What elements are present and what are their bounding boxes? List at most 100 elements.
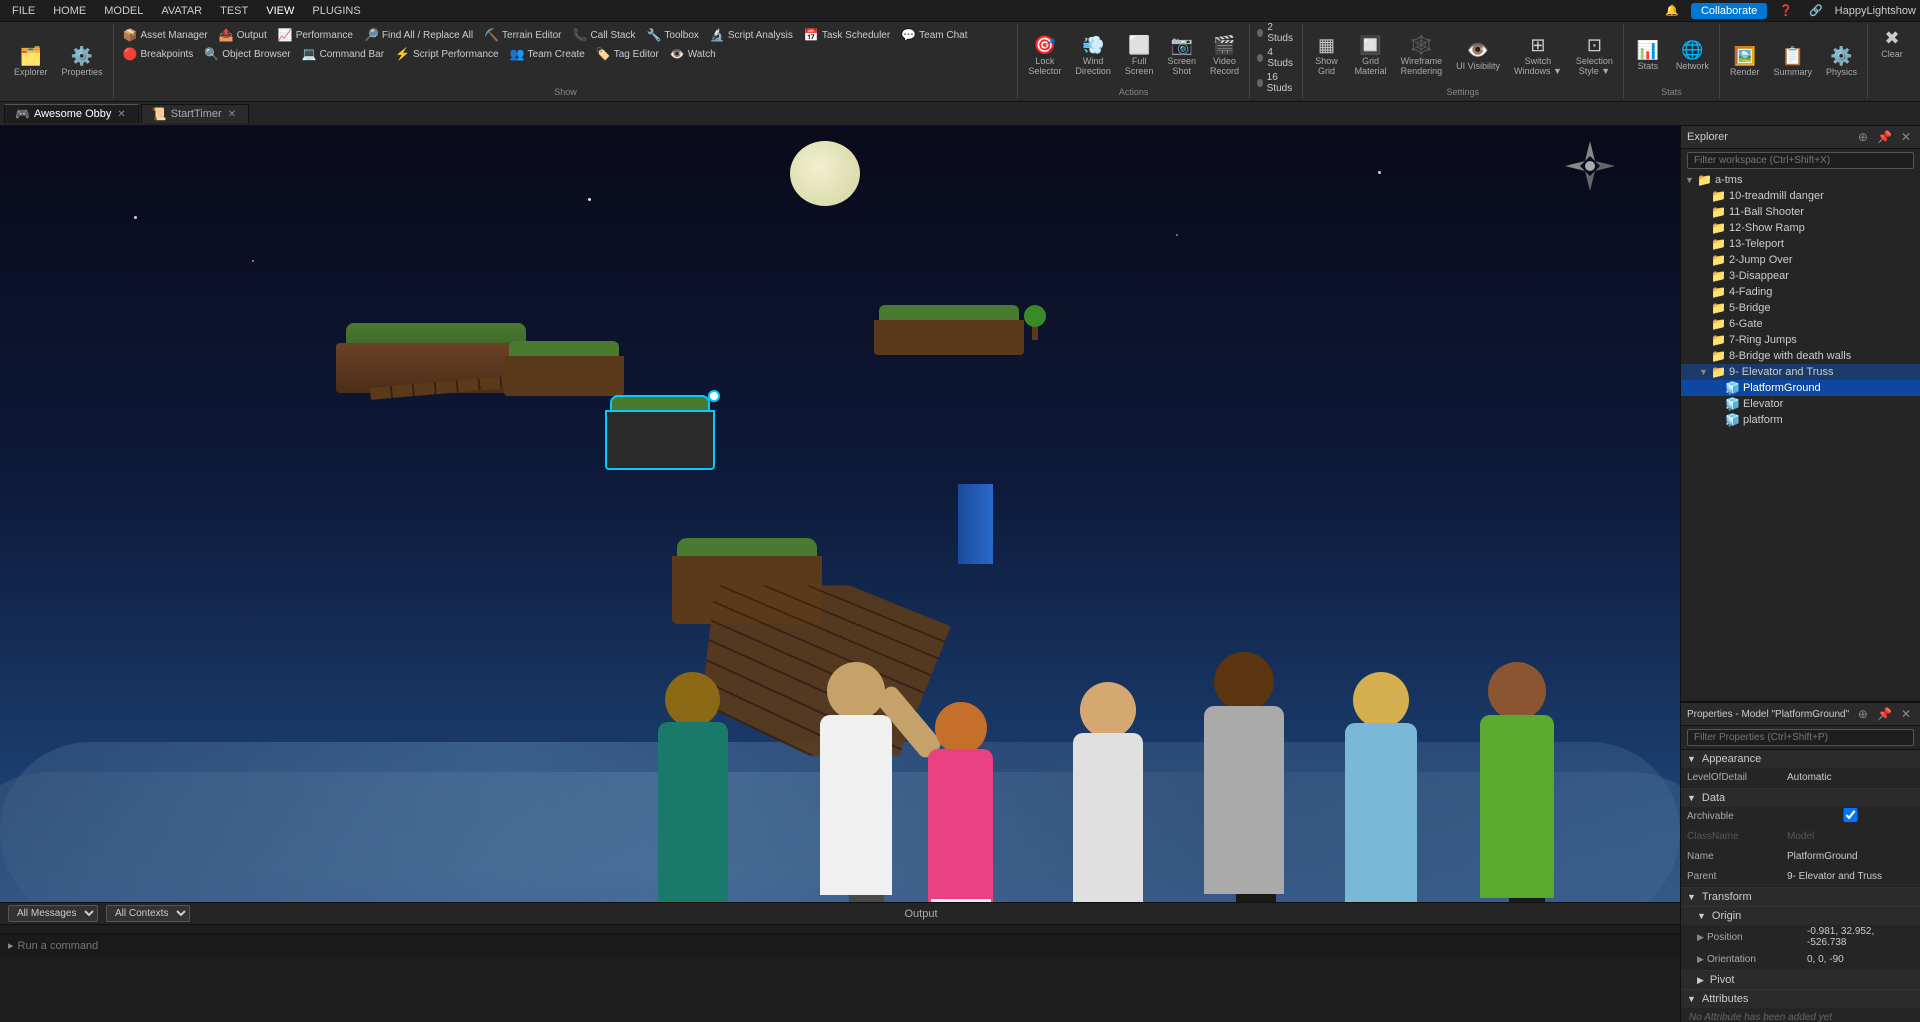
object-browser-button[interactable]: 🔍Object Browser bbox=[199, 45, 295, 63]
toolbox-button[interactable]: 🔧Toolbox bbox=[641, 26, 703, 44]
network-button[interactable]: 🌐 Network bbox=[1670, 38, 1715, 74]
switch-windows-button[interactable]: ⊞ SwitchWindows ▼ bbox=[1508, 33, 1568, 79]
menu-item-plugins[interactable]: PLUGINS bbox=[304, 3, 368, 19]
team-chat-button[interactable]: 💬Team Chat bbox=[896, 26, 972, 44]
find-replace-button[interactable]: 🔎Find All / Replace All bbox=[359, 26, 478, 44]
question-icon[interactable]: ❓ bbox=[1775, 2, 1797, 19]
tree-item-9[interactable]: 📁6-Gate bbox=[1681, 316, 1920, 332]
clear-button[interactable]: ✖ Clear bbox=[1872, 26, 1912, 62]
command-prompt-icon: ▸ bbox=[8, 939, 14, 952]
properties-pin-button[interactable]: 📌 bbox=[1874, 706, 1895, 722]
command-input[interactable] bbox=[18, 940, 1672, 952]
selection-style-button[interactable]: ⊡ SelectionStyle ▼ bbox=[1570, 33, 1619, 79]
lock-selector-button[interactable]: 🎯 LockSelector bbox=[1022, 33, 1067, 79]
collaborate-button[interactable]: Collaborate bbox=[1691, 3, 1767, 19]
tree-item-10[interactable]: 📁7-Ring Jumps bbox=[1681, 332, 1920, 348]
tree-item-5[interactable]: 📁2-Jump Over bbox=[1681, 252, 1920, 268]
menu-item-file[interactable]: FILE bbox=[4, 3, 43, 19]
menu-item-home[interactable]: HOME bbox=[45, 3, 94, 19]
studs-16-option[interactable]: 16 Studs bbox=[1254, 71, 1298, 95]
script-analysis-button[interactable]: 🔬Script Analysis bbox=[705, 26, 798, 44]
studs-2-option[interactable]: 2 Studs bbox=[1254, 21, 1298, 45]
call-stack-button[interactable]: 📞Call Stack bbox=[568, 26, 641, 44]
ui-visibility-button[interactable]: 👁️ UI Visibility bbox=[1450, 38, 1506, 74]
explorer-pin-button[interactable]: 📌 bbox=[1874, 129, 1895, 145]
appearance-section-header[interactable]: ▼ Appearance bbox=[1681, 750, 1920, 768]
stats-button[interactable]: 📊 Stats bbox=[1628, 38, 1668, 74]
tree-item-14[interactable]: 🧊Elevator bbox=[1681, 396, 1920, 412]
command-bar: ▸ bbox=[0, 933, 1680, 957]
attributes-section: ▼ Attributes No Attribute has been added… bbox=[1681, 990, 1920, 1022]
grid-material-button[interactable]: 🔲 GridMaterial bbox=[1349, 33, 1393, 79]
tab-close-start-timer[interactable]: ✕ bbox=[226, 109, 238, 120]
pivot-section-header[interactable]: ▶ Pivot bbox=[1681, 971, 1920, 989]
tab-awesome-obby[interactable]: 🎮 Awesome Obby ✕ bbox=[4, 104, 139, 123]
parent-row: Parent 9- Elevator and Truss bbox=[1681, 867, 1920, 887]
performance-button[interactable]: 📈Performance bbox=[273, 26, 358, 44]
tree-item-15[interactable]: 🧊platform bbox=[1681, 412, 1920, 428]
attributes-label: Attributes bbox=[1702, 993, 1748, 1005]
tree-item-1[interactable]: 📁10-treadmill danger bbox=[1681, 188, 1920, 204]
data-label: Data bbox=[1702, 792, 1725, 804]
watch-button[interactable]: 👁️Watch bbox=[665, 45, 721, 63]
tree-item-12[interactable]: ▼📁9- Elevator and Truss bbox=[1681, 364, 1920, 380]
tree-item-8[interactable]: 📁5-Bridge bbox=[1681, 300, 1920, 316]
physics-button[interactable]: ⚙️ Physics bbox=[1820, 44, 1863, 80]
viewport[interactable]: All Messages Errors Warnings Info All Co… bbox=[0, 126, 1680, 1022]
origin-section-header[interactable]: ▼ Origin bbox=[1681, 907, 1920, 925]
render-button[interactable]: 🖼️ Render bbox=[1724, 44, 1766, 80]
tree-item-0[interactable]: ▼📁a-tms bbox=[1681, 172, 1920, 188]
tag-editor-button[interactable]: 🏷️Tag Editor bbox=[591, 45, 664, 63]
tree-item-7[interactable]: 📁4-Fading bbox=[1681, 284, 1920, 300]
properties-button[interactable]: ⚙️ Properties bbox=[56, 44, 109, 80]
show-grid-button[interactable]: ▦ ShowGrid bbox=[1307, 33, 1347, 79]
tree-item-11[interactable]: 📁8-Bridge with death walls bbox=[1681, 348, 1920, 364]
tab-start-timer[interactable]: 📜 StartTimer ✕ bbox=[141, 104, 249, 123]
script-performance-button[interactable]: ⚡Script Performance bbox=[390, 45, 504, 63]
tree-item-13[interactable]: 🧊PlatformGround bbox=[1681, 380, 1920, 396]
properties-filter-input[interactable] bbox=[1687, 729, 1914, 746]
summary-button[interactable]: 📋 Summary bbox=[1767, 44, 1818, 80]
attributes-section-header[interactable]: ▼ Attributes bbox=[1681, 990, 1920, 1008]
bell-icon[interactable]: 🔔 bbox=[1661, 2, 1683, 19]
asset-manager-button[interactable]: 📦Asset Manager bbox=[118, 26, 213, 44]
tree-item-6[interactable]: 📁3-Disappear bbox=[1681, 268, 1920, 284]
task-scheduler-button[interactable]: 📅Task Scheduler bbox=[799, 26, 895, 44]
output-button[interactable]: 📤Output bbox=[214, 26, 272, 44]
share-icon[interactable]: 🔗 bbox=[1805, 2, 1827, 19]
messages-filter-select[interactable]: All Messages Errors Warnings Info bbox=[8, 905, 98, 922]
wireframe-rendering-button[interactable]: 🕸️ WireframeRendering bbox=[1395, 33, 1449, 79]
screen-shot-button[interactable]: 📷 ScreenShot bbox=[1161, 33, 1202, 79]
transform-section: ▼ Transform bbox=[1681, 888, 1920, 907]
team-create-button[interactable]: 👥Team Create bbox=[505, 45, 590, 63]
explorer-expand-button[interactable]: ⊕ bbox=[1855, 129, 1871, 145]
toolbar-group-stats: 📊 Stats 🌐 Network Stats bbox=[1624, 24, 1720, 99]
terrain-editor-button[interactable]: ⛏️Terrain Editor bbox=[479, 26, 566, 44]
explorer-filter-input[interactable] bbox=[1687, 152, 1914, 169]
transform-label: Transform bbox=[1702, 891, 1752, 903]
explorer-button[interactable]: 🗂️ Explorer bbox=[8, 44, 54, 80]
output-label: Output bbox=[190, 908, 1652, 920]
full-screen-button[interactable]: ⬜ FullScreen bbox=[1119, 33, 1160, 79]
video-record-button[interactable]: 🎬 VideoRecord bbox=[1204, 33, 1245, 79]
tab-close-awesome-obby[interactable]: ✕ bbox=[115, 109, 127, 120]
command-bar-button[interactable]: 💻Command Bar bbox=[297, 45, 389, 63]
menu-item-view[interactable]: VIEW bbox=[258, 3, 302, 19]
properties-expand-button[interactable]: ⊕ bbox=[1855, 706, 1871, 722]
tree-item-3[interactable]: 📁12-Show Ramp bbox=[1681, 220, 1920, 236]
archivable-checkbox[interactable] bbox=[1787, 808, 1914, 822]
menu-item-test[interactable]: TEST bbox=[212, 3, 256, 19]
contexts-filter-select[interactable]: All Contexts Client Server bbox=[106, 905, 190, 922]
tree-item-4[interactable]: 📁13-Teleport bbox=[1681, 236, 1920, 252]
menu-item-model[interactable]: MODEL bbox=[96, 3, 151, 19]
breakpoints-button[interactable]: 🔴Breakpoints bbox=[118, 45, 199, 63]
transform-section-header[interactable]: ▼ Transform bbox=[1681, 888, 1920, 906]
data-section-header[interactable]: ▼ Data bbox=[1681, 789, 1920, 807]
properties-close-button[interactable]: ✕ bbox=[1898, 706, 1914, 722]
explorer-close-button[interactable]: ✕ bbox=[1898, 129, 1914, 145]
explorer-search bbox=[1681, 149, 1920, 172]
wind-direction-button[interactable]: 💨 WindDirection bbox=[1069, 33, 1117, 79]
menu-item-avatar[interactable]: AVATAR bbox=[153, 3, 210, 19]
tree-item-2[interactable]: 📁11-Ball Shooter bbox=[1681, 204, 1920, 220]
studs-4-option[interactable]: 4 Studs bbox=[1254, 46, 1298, 70]
